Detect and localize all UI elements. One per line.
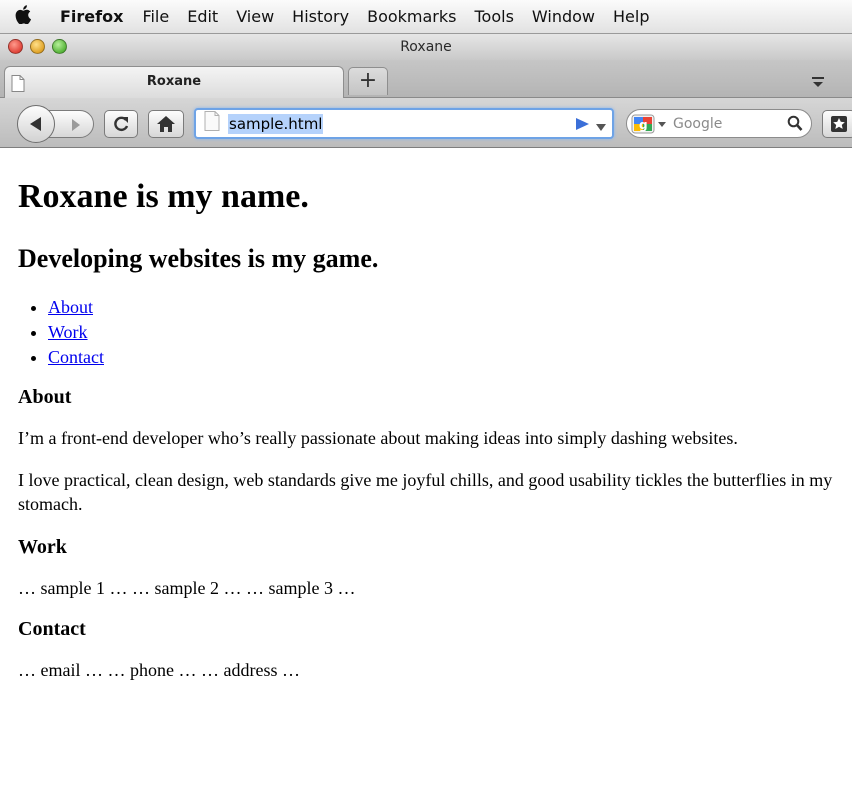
reload-icon	[114, 116, 129, 132]
search-bar[interactable]: g Google	[626, 109, 812, 138]
nav-link-work[interactable]: Work	[48, 322, 88, 342]
apple-menu-icon[interactable]	[0, 4, 46, 29]
about-paragraph-1: I’m a front-end developer who’s really p…	[18, 428, 738, 448]
menu-edit[interactable]: Edit	[178, 7, 227, 26]
menubar: Firefox File Edit View History Bookmarks…	[0, 0, 852, 34]
about-paragraph-2: I love practical, clean design, web stan…	[18, 470, 833, 514]
menu-tools[interactable]: Tools	[465, 7, 522, 26]
window-title: Roxane	[400, 39, 452, 55]
page-content: Roxane is my name. Developing websites i…	[0, 149, 852, 801]
bookmark-star-icon	[831, 116, 847, 132]
minimize-window-button[interactable]	[30, 39, 45, 54]
page-subheading: Developing websites is my game.	[18, 244, 379, 273]
url-bar[interactable]: sample.html	[194, 108, 614, 139]
site-page-icon	[204, 111, 220, 136]
list-item: About	[48, 295, 844, 320]
tab-roxane[interactable]: Roxane	[4, 66, 344, 98]
home-icon	[157, 116, 175, 132]
bookmarks-button[interactable]	[822, 110, 852, 138]
work-paragraph: … sample 1 … … sample 2 … … sample 3 …	[18, 578, 356, 598]
menu-help[interactable]: Help	[604, 7, 658, 26]
close-window-button[interactable]	[8, 39, 23, 54]
list-item: Contact	[48, 345, 844, 370]
window-titlebar: Roxane	[0, 34, 852, 60]
menu-window[interactable]: Window	[523, 7, 604, 26]
forward-arrow-icon	[72, 119, 80, 131]
menu-file[interactable]: File	[133, 7, 178, 26]
back-arrow-icon	[30, 117, 41, 131]
section-heading-about: About	[18, 386, 72, 408]
contact-paragraph: … email … … phone … … address …	[18, 660, 300, 680]
list-item: Work	[48, 320, 844, 345]
page-heading: Roxane is my name.	[18, 178, 309, 215]
navigation-toolbar: sample.html g Google	[0, 98, 852, 148]
url-history-dropdown-icon[interactable]	[596, 119, 606, 137]
back-forward-group	[17, 105, 94, 143]
page-nav-list: About Work Contact	[18, 295, 844, 370]
svg-text:g: g	[639, 118, 648, 132]
nav-link-about[interactable]: About	[48, 297, 93, 317]
home-button[interactable]	[148, 110, 184, 138]
menu-app-firefox[interactable]: Firefox	[46, 7, 133, 26]
google-engine-icon[interactable]: g	[631, 112, 671, 135]
reload-button[interactable]	[104, 110, 138, 138]
nav-link-contact[interactable]: Contact	[48, 347, 104, 367]
tab-strip: Roxane +	[0, 60, 852, 98]
search-placeholder: Google	[673, 115, 723, 132]
back-button[interactable]	[17, 105, 55, 143]
url-text[interactable]: sample.html	[228, 113, 324, 134]
tab-label: Roxane	[146, 74, 202, 89]
forward-button[interactable]	[65, 116, 87, 134]
section-heading-contact: Contact	[18, 618, 86, 640]
zoom-window-button[interactable]	[52, 39, 67, 54]
menu-bookmarks[interactable]: Bookmarks	[358, 7, 465, 26]
menu-history[interactable]: History	[283, 7, 358, 26]
list-all-tabs-icon[interactable]	[808, 71, 830, 91]
menu-view[interactable]: View	[227, 7, 283, 26]
go-arrow-icon[interactable]	[574, 117, 590, 136]
search-icon[interactable]	[787, 115, 803, 137]
new-tab-button[interactable]: +	[348, 67, 388, 95]
section-heading-work: Work	[18, 536, 67, 558]
